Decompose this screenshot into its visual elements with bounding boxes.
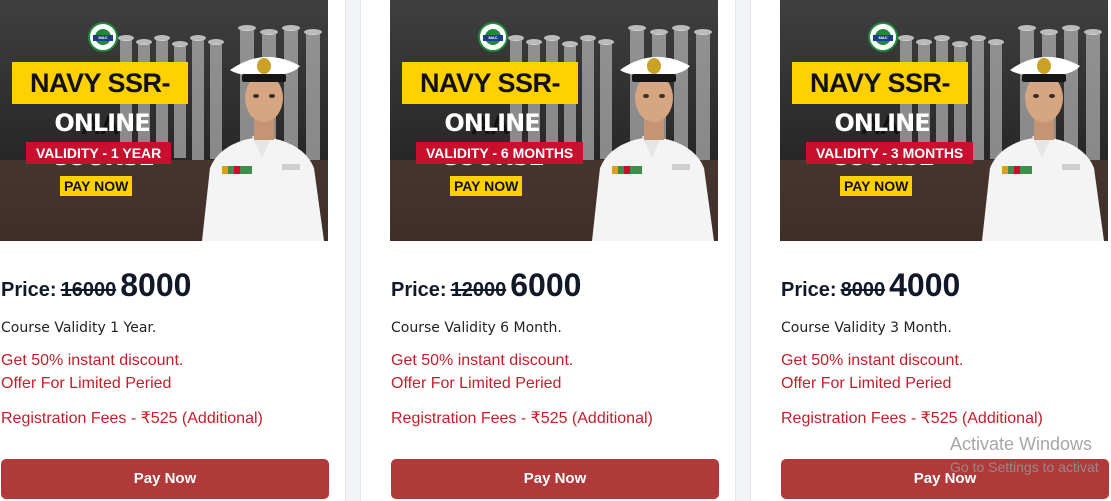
course-card-6-months: MAC NAVY SSR-AA ONLINE COURSE VALIDITY -… (390, 0, 719, 501)
price-row: Price: 12000 6000 (391, 267, 581, 304)
course-banner[interactable]: MAC NAVY SSR-AA ONLINE COURSE VALIDITY -… (0, 0, 328, 241)
course-banner[interactable]: MAC NAVY SSR-AA ONLINE COURSE VALIDITY -… (780, 0, 1108, 241)
offer-text: Offer For Limited Peried (781, 375, 952, 392)
discount-text: Get 50% instant discount. (781, 352, 964, 369)
price-label: Price: (1, 279, 57, 301)
price-label: Price: (391, 279, 447, 301)
pay-now-button[interactable]: Pay Now (391, 459, 719, 499)
course-page: MAC NAVY SSR-AA ONLINE COURSE VALIDITY -… (0, 0, 1111, 501)
card-gutter (735, 0, 751, 501)
academy-logo-icon: MAC (868, 22, 898, 52)
registration-fee-text: Registration Fees - ₹525 (Additional) (391, 410, 653, 427)
offer-text: Offer For Limited Peried (391, 375, 562, 392)
pay-now-button[interactable]: Pay Now (781, 459, 1109, 499)
original-price: 12000 (450, 279, 507, 301)
offer-text: Offer For Limited Peried (1, 375, 172, 392)
course-card-3-months: MAC NAVY SSR-AA ONLINE COURSE VALIDITY -… (780, 0, 1109, 501)
course-card-1-year: MAC NAVY SSR-AA ONLINE COURSE VALIDITY -… (0, 0, 329, 501)
banner-title: NAVY SSR-AA (12, 62, 188, 140)
banner-validity: VALIDITY - 6 MONTHS (416, 142, 584, 164)
price-row: Price: 16000 8000 (1, 267, 191, 304)
discounted-price: 8000 (120, 267, 192, 303)
academy-logo-icon: MAC (478, 22, 508, 52)
discounted-price: 4000 (889, 267, 961, 303)
card-gutter (345, 0, 361, 501)
discount-text: Get 50% instant discount. (1, 352, 184, 369)
navy-officer-illustration (202, 56, 324, 241)
navy-officer-illustration (982, 56, 1104, 241)
original-price: 8000 (840, 279, 886, 301)
banner-pay-badge: PAY NOW (840, 176, 913, 196)
banner-title: NAVY SSR-AA (792, 62, 968, 140)
discount-text: Get 50% instant discount. (391, 352, 574, 369)
course-validity-text: Course Validity 3 Month. (781, 320, 952, 336)
course-banner[interactable]: MAC NAVY SSR-AA ONLINE COURSE VALIDITY -… (390, 0, 718, 241)
navy-officer-illustration (592, 56, 714, 241)
banner-pay-badge: PAY NOW (60, 176, 133, 196)
price-row: Price: 8000 4000 (781, 267, 960, 304)
banner-pay-badge: PAY NOW (450, 176, 523, 196)
banner-validity: VALIDITY - 1 YEAR (26, 142, 172, 164)
banner-validity: VALIDITY - 3 MONTHS (806, 142, 974, 164)
registration-fee-text: Registration Fees - ₹525 (Additional) (1, 410, 263, 427)
original-price: 16000 (60, 279, 117, 301)
course-validity-text: Course Validity 1 Year. (1, 320, 157, 336)
discounted-price: 6000 (510, 267, 582, 303)
course-validity-text: Course Validity 6 Month. (391, 320, 562, 336)
academy-logo-icon: MAC (88, 22, 118, 52)
registration-fee-text: Registration Fees - ₹525 (Additional) (781, 410, 1043, 427)
price-label: Price: (781, 279, 837, 301)
pay-now-button[interactable]: Pay Now (1, 459, 329, 499)
banner-title: NAVY SSR-AA (402, 62, 578, 140)
